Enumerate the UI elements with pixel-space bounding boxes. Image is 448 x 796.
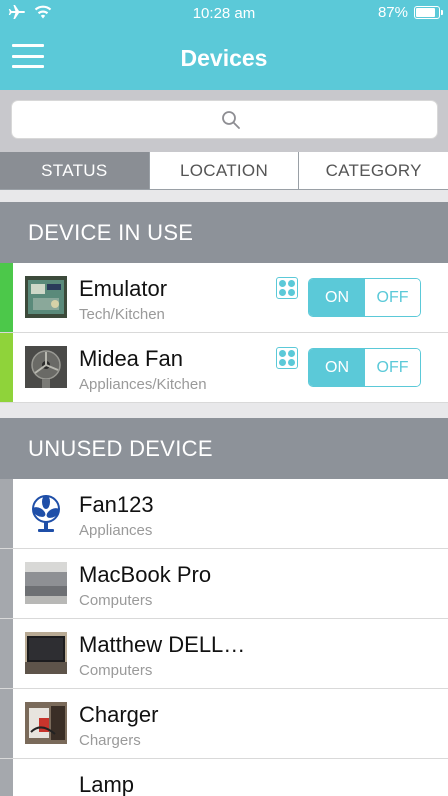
- status-indicator: [0, 479, 13, 548]
- section-header-in-use: DEVICE IN USE: [0, 202, 448, 263]
- device-thumbnail: [25, 702, 67, 744]
- nav-bar: Devices: [0, 28, 448, 90]
- fan-icon: [25, 492, 67, 534]
- device-row-macbook-pro[interactable]: MacBook Pro Computers: [0, 549, 448, 619]
- device-name: Charger: [79, 702, 159, 727]
- status-indicator: [0, 549, 13, 618]
- tab-status[interactable]: STATUS: [0, 152, 149, 189]
- status-bar: 10:28 am 87%: [0, 0, 448, 28]
- status-indicator: [0, 619, 13, 688]
- status-indicator: [0, 333, 13, 402]
- search-box[interactable]: [11, 100, 438, 139]
- device-thumbnail: [25, 562, 67, 604]
- device-name: Midea Fan: [79, 346, 183, 371]
- status-indicator: [0, 689, 13, 758]
- power-toggle[interactable]: ON OFF: [308, 348, 421, 387]
- device-row-charger[interactable]: Charger Chargers: [0, 689, 448, 759]
- section-header-unused: UNUSED DEVICE: [0, 418, 448, 479]
- device-category: Appliances/Kitchen: [79, 376, 207, 393]
- device-thumbnail: [25, 632, 67, 674]
- divider: [0, 403, 448, 418]
- search-icon: [222, 111, 240, 129]
- device-name: Matthew DELL…: [79, 632, 246, 657]
- grid-icon[interactable]: [276, 277, 298, 299]
- filter-tabs: STATUS LOCATION CATEGORY: [0, 152, 448, 190]
- status-indicator: [0, 759, 13, 796]
- power-toggle[interactable]: ON OFF: [308, 278, 421, 317]
- device-name: Emulator: [79, 276, 168, 301]
- grid-icon[interactable]: [276, 347, 298, 369]
- on-button[interactable]: ON: [309, 279, 365, 316]
- device-thumbnail: [25, 276, 67, 318]
- on-button[interactable]: ON: [309, 349, 365, 386]
- device-row-midea-fan[interactable]: Midea Fan Appliances/Kitchen ON OFF: [0, 333, 448, 403]
- device-category: Chargers: [79, 732, 141, 749]
- device-row-emulator[interactable]: Emulator Tech/Kitchen ON OFF: [0, 263, 448, 333]
- off-button[interactable]: OFF: [365, 349, 420, 386]
- tab-location[interactable]: LOCATION: [148, 152, 299, 189]
- battery-icon: [414, 6, 443, 19]
- off-button[interactable]: OFF: [365, 279, 420, 316]
- device-category: Computers: [79, 662, 153, 679]
- battery-percent: 87%: [377, 4, 408, 21]
- device-category: Tech/Kitchen: [79, 306, 165, 323]
- device-row-fan123[interactable]: Fan123 Appliances: [0, 479, 448, 549]
- page-title: Devices: [180, 45, 268, 71]
- device-row-matthew-dell[interactable]: Matthew DELL… Computers: [0, 619, 448, 689]
- tab-category[interactable]: CATEGORY: [298, 152, 448, 189]
- status-indicator: [0, 263, 13, 332]
- search-area: [0, 90, 448, 152]
- device-row-lamp[interactable]: Lamp: [0, 759, 448, 796]
- device-category: Appliances: [79, 522, 153, 539]
- divider: [0, 190, 448, 202]
- device-name: Fan123: [79, 492, 154, 517]
- device-thumbnail: [25, 346, 67, 388]
- device-category: Computers: [79, 592, 153, 609]
- device-name: MacBook Pro: [79, 562, 212, 587]
- device-name: Lamp: [79, 772, 135, 796]
- battery-level: [416, 8, 436, 17]
